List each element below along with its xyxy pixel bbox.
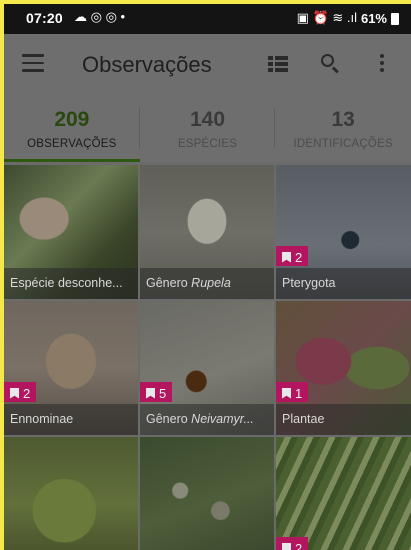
- caption-text: Pterygota: [282, 276, 336, 290]
- menu-icon[interactable]: [22, 54, 44, 72]
- caption-text: Espécie desconhe...: [10, 276, 123, 290]
- observation-tile[interactable]: 2 Ennominae: [4, 301, 138, 435]
- badge-count: 5: [159, 385, 167, 401]
- tab-identificacoes[interactable]: 13 IDENTIFICAÇÕES: [275, 94, 411, 162]
- observation-tile[interactable]: 2: [276, 437, 411, 550]
- identification-badge: 2: [4, 382, 37, 402]
- observation-caption: Plantae: [276, 404, 411, 435]
- search-icon[interactable]: [319, 52, 341, 74]
- observation-tile[interactable]: 2 Pterygota: [276, 165, 411, 299]
- observation-tile[interactable]: Espécie desconhe...: [4, 165, 138, 299]
- identification-icon: [282, 387, 291, 399]
- system-status-icons: ▣ ⏰ ≋ .ıl: [296, 10, 357, 25]
- tab-bar: 209 OBSERVAÇÕES 140 ESPÉCIES 13 IDENTIFI…: [4, 94, 411, 162]
- badge-count: 2: [23, 385, 31, 401]
- tab-count: 140: [189, 108, 226, 131]
- tab-count: 13: [331, 108, 355, 131]
- observation-tile[interactable]: [4, 437, 138, 550]
- tab-label: OBSERVAÇÕES: [27, 138, 117, 150]
- identification-badge: 1: [276, 382, 309, 402]
- phone-screen: 07:20 ☁ ◎ ◎ • ▣ ⏰ ≋ .ıl 61% Observações …: [4, 4, 411, 550]
- observation-tile[interactable]: [140, 437, 274, 550]
- tab-observacoes[interactable]: 209 OBSERVAÇÕES: [4, 94, 140, 162]
- observation-tile[interactable]: 5 Gênero Neivamyr...: [140, 301, 274, 435]
- badge-count: 2: [295, 249, 303, 265]
- page-title: Observações: [82, 52, 212, 77]
- status-time: 07:20: [26, 10, 63, 26]
- notification-icons: ☁ ◎ ◎ •: [74, 9, 126, 24]
- caption-taxon: Rupela: [191, 276, 231, 290]
- badge-count: 1: [295, 385, 303, 401]
- identification-icon: [146, 387, 155, 399]
- caption-text: Gênero: [146, 412, 192, 426]
- more-vert-icon[interactable]: [380, 54, 386, 74]
- identification-icon: [282, 542, 291, 550]
- top-app-bar: Observações: [4, 34, 411, 94]
- caption-text: Plantae: [282, 412, 325, 426]
- tab-label: ESPÉCIES: [177, 138, 238, 150]
- battery-level: 61%: [360, 10, 387, 26]
- observation-caption: Ennominae: [4, 404, 138, 435]
- list-view-icon[interactable]: [268, 56, 288, 72]
- identification-badge: 5: [140, 382, 173, 402]
- system-icons: ▣ ⏰ ≋ .ıl 61%: [297, 10, 399, 26]
- badge-count: 2: [295, 540, 303, 550]
- battery-icon: [391, 13, 399, 25]
- tab-count: 209: [54, 108, 90, 131]
- caption-text: Gênero: [146, 276, 192, 290]
- caption-text: Ennominae: [10, 412, 74, 426]
- observation-caption: Pterygota: [276, 268, 411, 299]
- observation-caption: Gênero Neivamyr...: [140, 404, 274, 435]
- observation-caption: Gênero Rupela: [140, 268, 274, 299]
- tab-label: IDENTIFICAÇÕES: [293, 138, 393, 150]
- identification-badge: 2: [276, 246, 309, 266]
- observation-tile[interactable]: 1 Plantae: [276, 301, 411, 435]
- identification-icon: [282, 251, 291, 263]
- observations-grid: Espécie desconhe... Gênero Rupela 2 Pter…: [4, 165, 411, 550]
- status-bar: 07:20 ☁ ◎ ◎ • ▣ ⏰ ≋ .ıl 61%: [4, 4, 411, 34]
- observation-tile[interactable]: Gênero Rupela: [140, 165, 274, 299]
- observation-caption: Espécie desconhe...: [4, 268, 138, 299]
- identification-badge: 2: [276, 537, 309, 550]
- caption-taxon: Neivamyr...: [191, 412, 254, 426]
- tab-especies[interactable]: 140 ESPÉCIES: [140, 94, 276, 162]
- identification-icon: [10, 387, 19, 399]
